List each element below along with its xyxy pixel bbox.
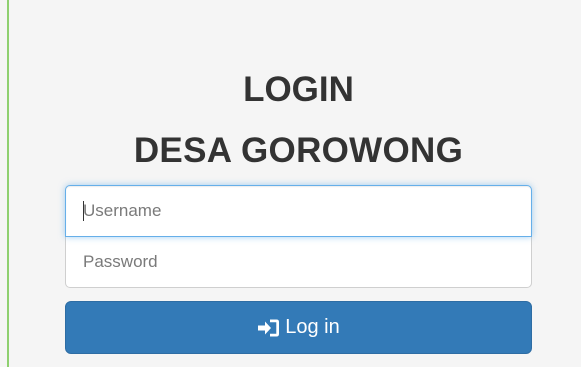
- login-button-label: Log in: [285, 316, 340, 338]
- password-input[interactable]: [65, 237, 532, 288]
- login-page: LOGIN DESA GOROWONG Log in: [0, 0, 581, 367]
- page-subtitle: DESA GOROWONG: [133, 131, 464, 170]
- left-border-accent: [7, 0, 9, 367]
- page-title: LOGIN: [243, 70, 354, 109]
- log-in-icon: [257, 317, 281, 339]
- login-button[interactable]: Log in: [65, 301, 532, 354]
- text-caret: [83, 201, 84, 221]
- username-input[interactable]: [65, 185, 532, 237]
